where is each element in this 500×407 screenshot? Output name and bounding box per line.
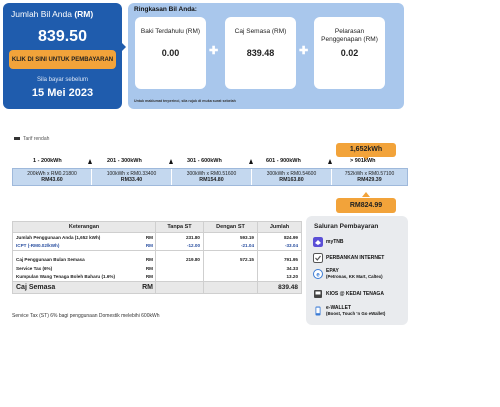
- channel-ewallet[interactable]: e-WALLET (Boost, Touch 'n Go eWallet): [313, 305, 385, 316]
- rounding-adjustment-label: Pelarasan Penggenapan (RM): [321, 28, 378, 43]
- tier-cell-1: 200kWh x RM0.21800 RM43.60: [13, 169, 92, 185]
- plus-icon: ✚: [299, 45, 309, 57]
- table-total-row: Caj Semasa RM 839.48: [12, 281, 302, 294]
- table-header-row: Keterangan Tanpa ST Dengan ST Jumlah: [12, 221, 302, 233]
- table-row: Kumpulan Wang Tenaga Boleh Baharu (1.6%)…: [12, 272, 302, 282]
- channel-epay[interactable]: e EPAY (Petronas, KK Mart, Caltex): [313, 268, 383, 279]
- tier-header-1: 1 - 200kWh: [33, 158, 62, 164]
- tier-tick: [88, 159, 92, 164]
- usage-total-pill: RM824.99: [336, 198, 396, 213]
- ewallet-icon: [315, 306, 321, 315]
- col-description: Keterangan: [12, 221, 156, 233]
- kiosk-icon: [314, 290, 322, 298]
- due-date-label: Sila bayar sebelum: [36, 77, 89, 83]
- arrow-right-icon: [118, 43, 126, 51]
- epay-icon: e: [313, 268, 323, 279]
- current-charge-label: Caj Semasa (RM): [234, 28, 287, 35]
- tier-cell-4: 300kWh x RM0.54600 RM163.80: [252, 169, 332, 185]
- currency-label: (RM): [74, 9, 94, 19]
- channel-mytnb[interactable]: myTNB: [313, 237, 344, 247]
- mytnb-app-icon: [313, 237, 323, 247]
- table-row: ICPT (-RM0.02/kWh) RM -12.00 -21.04 -33.…: [12, 241, 302, 251]
- current-charge-box: Caj Semasa (RM) 839.48: [225, 17, 296, 89]
- payment-channels-title: Saluran Pembayaran: [314, 223, 379, 230]
- pay-now-button[interactable]: KLIK DI SINI UNTUK PEMBAYARAN: [9, 50, 116, 69]
- tier-cell-3: 300kWh x RM0.51600 RM154.80: [172, 169, 252, 185]
- bill-amount-value: 839.50: [38, 28, 87, 45]
- legend-swatch: [14, 137, 20, 141]
- col-without-st: Tanpa ST: [155, 221, 204, 233]
- bill-summary-panel: Ringkasan Bil Anda: Baki Terdahulu (RM) …: [128, 3, 404, 109]
- tier-header-3: 301 - 600kWh: [187, 158, 222, 164]
- total-usage-pill: 1,652kWh: [336, 143, 396, 157]
- service-tax-note: Service Tax (ST) 6% bagi penggunaan Dome…: [12, 313, 160, 319]
- previous-balance-box: Baki Terdahulu (RM) 0.00: [135, 17, 206, 89]
- tier-tick: [328, 159, 332, 164]
- previous-balance-value: 0.00: [161, 48, 180, 58]
- summary-note: Untuk maklumat terperinci, sila rujuk di…: [134, 99, 236, 103]
- rounding-adjustment-box: Pelarasan Penggenapan (RM) 0.02: [314, 17, 385, 89]
- due-date-value: 15 Mei 2023: [31, 87, 94, 99]
- rounding-adjustment-value: 0.02: [340, 48, 359, 58]
- table-row: Service Tax (6%) RM 34.33: [12, 263, 302, 273]
- bill-amount-label: Jumlah Bil Anda (RM): [11, 9, 94, 19]
- summary-title: Ringkasan Bil Anda:: [134, 6, 197, 13]
- channel-kiosk[interactable]: KIOS @ KEDAI TENAGA: [313, 289, 384, 299]
- payment-channels-panel: Saluran Pembayaran myTNB PERBANKAN INTER…: [306, 216, 408, 325]
- channel-internet-banking[interactable]: PERBANKAN INTERNET: [313, 253, 384, 263]
- tier-tick: [249, 159, 253, 164]
- bill-amount-card: Jumlah Bil Anda (RM) 839.50 KLIK DI SINI…: [3, 3, 122, 109]
- tariff-tier-bar: 200kWh x RM0.21800 RM43.60 100kWh x RM0.…: [12, 168, 408, 186]
- current-charge-value: 839.48: [246, 48, 275, 58]
- legend-stub: Tarif rendah: [14, 136, 49, 142]
- total-marker-arrow: [362, 192, 370, 197]
- table-row: Caj Penggunaan Bulan Semasa RM 219.80 57…: [12, 254, 302, 264]
- col-total: Jumlah: [257, 221, 302, 233]
- col-with-st: Dengan ST: [203, 221, 258, 233]
- charges-breakdown-table: Keterangan Tanpa ST Dengan ST Jumlah Jum…: [12, 221, 302, 294]
- internet-banking-icon: [313, 253, 323, 263]
- tier-tick: [169, 159, 173, 164]
- tier-header-5: > 901kWh: [350, 158, 376, 164]
- tier-cell-2: 100kWh x RM0.33400 RM33.40: [92, 169, 172, 185]
- table-row: Jumlah Penggunaan Anda (1,652 kWh) RM 23…: [12, 232, 302, 242]
- previous-balance-label: Baki Terdahulu (RM): [140, 28, 201, 35]
- tier-cell-5: 752kWh x RM0.57100 RM429.39: [344, 171, 395, 183]
- tier-header-4: 601 - 900kWh: [266, 158, 301, 164]
- tier-header-2: 201 - 300kWh: [107, 158, 142, 164]
- plus-icon: ✚: [209, 45, 219, 57]
